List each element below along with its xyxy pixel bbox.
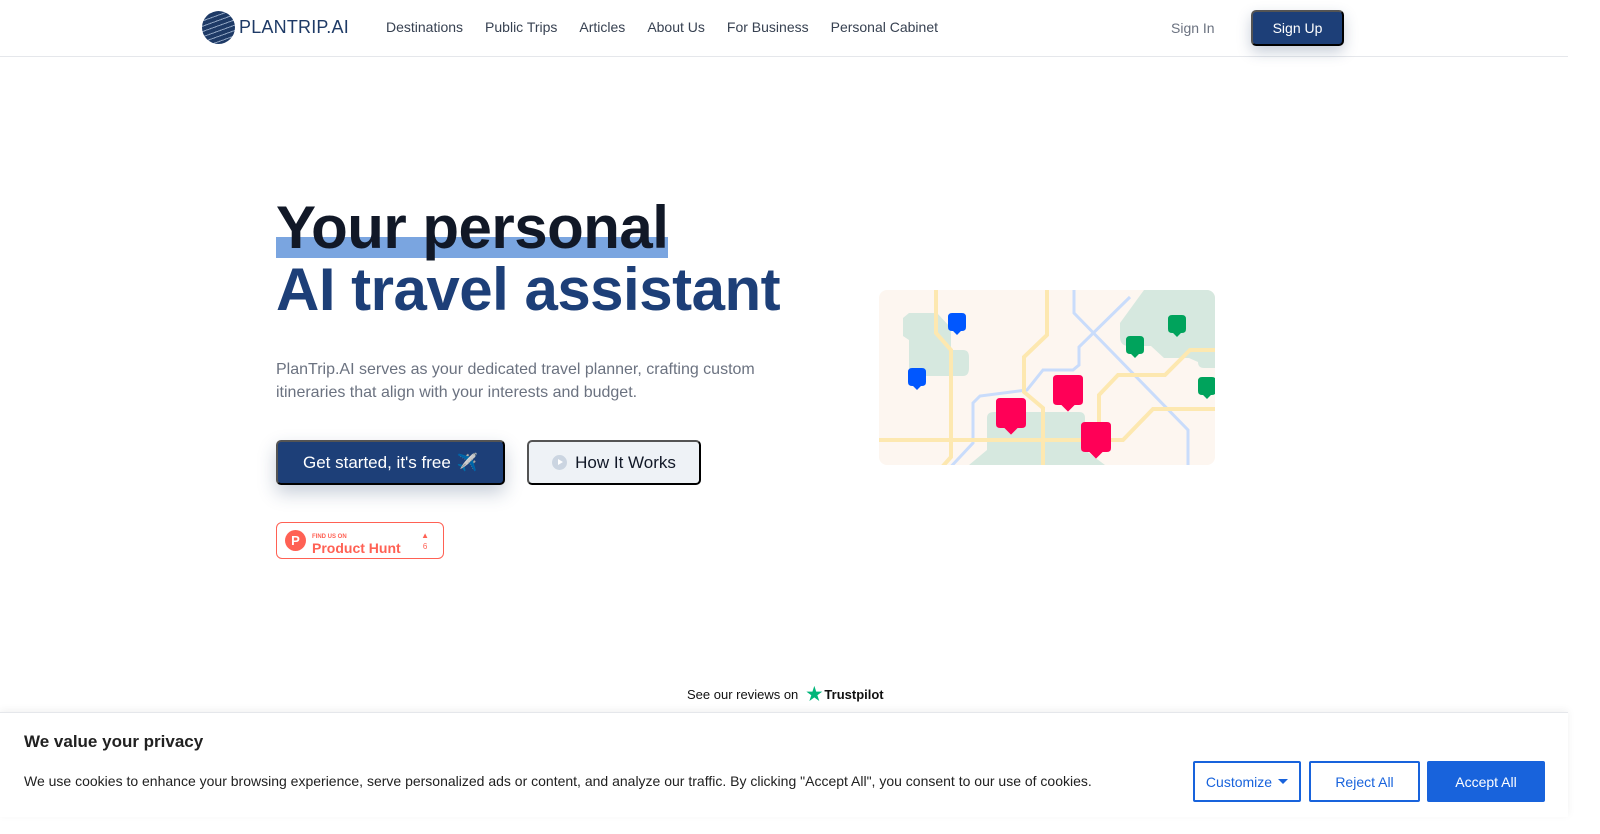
nav-articles[interactable]: Articles [579,19,625,35]
nav-destinations[interactable]: Destinations [386,19,463,35]
ph-vote-count: 6 [422,542,428,551]
main-nav: Destinations Public Trips Articles About… [386,19,938,35]
cookie-title: We value your privacy [24,732,204,751]
logo-text: PLANTRIP.AI [239,17,349,37]
ph-votes: ▲ 6 [421,530,429,552]
globe-logo-icon [202,11,235,44]
trustpilot-reviews[interactable]: See our reviews on ★ Trustpilot [687,684,884,705]
reject-all-button[interactable]: Reject All [1309,761,1420,802]
ph-name: Product Hunt [312,539,401,556]
cookie-text: We use cookies to enhance your browsing … [24,773,1092,789]
get-started-label: Get started, it's free [303,452,451,472]
sign-up-button[interactable]: Sign Up [1251,10,1344,46]
accept-all-button[interactable]: Accept All [1427,761,1545,802]
airplane-icon: ✈️ [456,452,478,472]
upvote-triangle-icon: ▲ [421,531,429,540]
nav-for-business[interactable]: For Business [727,19,809,35]
customize-label: Customize [1205,773,1273,790]
sign-in-link[interactable]: Sign In [1171,20,1215,36]
get-started-button[interactable]: Get started, it's free ✈️ [276,440,505,485]
title-line-1: Your personal [276,194,669,261]
trustpilot-star-icon: ★ [806,684,823,704]
nav-about-us[interactable]: About Us [647,19,705,35]
nav-public-trips[interactable]: Public Trips [485,19,557,35]
caret-down-icon [1278,779,1289,784]
trustpilot-text: See our reviews on [687,687,799,702]
header: PLANTRIP.AI Destinations Public Trips Ar… [0,0,1568,57]
hero-description: PlanTrip.AI serves as your dedicated tra… [276,361,755,401]
how-it-works-button[interactable]: How It Works [527,440,701,485]
play-icon [552,455,568,470]
product-hunt-badge[interactable]: P FIND US ON Product Hunt ▲ 6 [276,522,444,559]
map-illustration [879,290,1215,465]
logo[interactable]: PLANTRIP.AI [202,11,349,44]
hero-title: Your personal AI travel assistant [276,194,781,323]
how-it-works-label: How It Works [575,452,676,472]
cookie-banner: We value your privacy We use cookies to … [0,712,1568,817]
product-hunt-logo-icon: P [285,530,306,551]
nav-personal-cabinet[interactable]: Personal Cabinet [831,19,938,35]
title-line-2: AI travel assistant [276,256,781,323]
customize-button[interactable]: Customize [1193,761,1301,802]
trustpilot-brand: Trustpilot [824,687,884,702]
